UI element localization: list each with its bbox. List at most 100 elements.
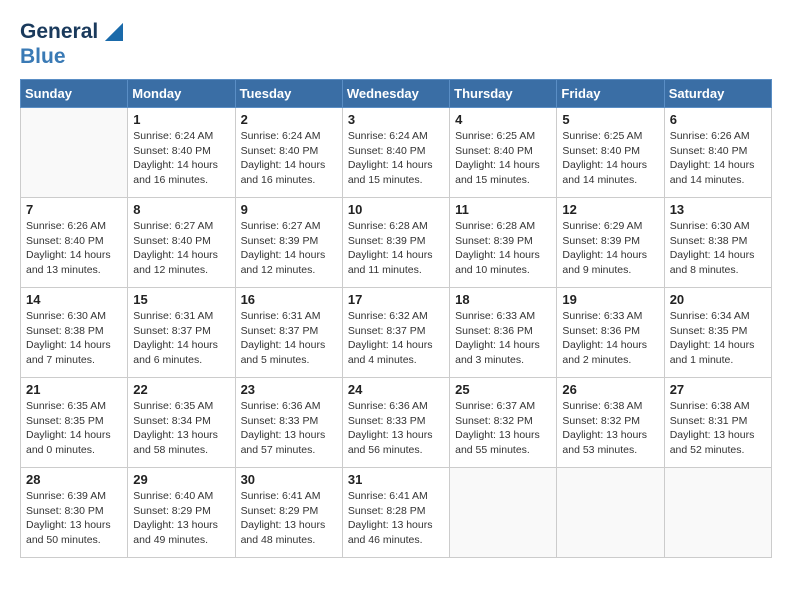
- calendar-cell: 4Sunrise: 6:25 AM Sunset: 8:40 PM Daylig…: [450, 107, 557, 197]
- day-info: Sunrise: 6:27 AM Sunset: 8:40 PM Dayligh…: [133, 219, 229, 278]
- day-number: 4: [455, 112, 551, 127]
- day-info: Sunrise: 6:26 AM Sunset: 8:40 PM Dayligh…: [26, 219, 122, 278]
- day-number: 13: [670, 202, 766, 217]
- day-info: Sunrise: 6:35 AM Sunset: 8:35 PM Dayligh…: [26, 399, 122, 458]
- weekday-header-row: SundayMondayTuesdayWednesdayThursdayFrid…: [21, 79, 772, 107]
- calendar-cell: 9 Sunrise: 6:27 AM Sunset: 8:39 PM Daylig…: [235, 197, 342, 287]
- calendar-cell: 11 Sunrise: 6:28 AM Sunset: 8:39 PM Dayli…: [450, 197, 557, 287]
- day-info: Sunrise: 6:30 AM Sunset: 8:38 PM Dayligh…: [670, 219, 766, 278]
- day-info: Sunrise: 6:24 AM Sunset: 8:40 PM Dayligh…: [133, 129, 229, 188]
- day-number: 15: [133, 292, 229, 307]
- day-info: Sunrise: 6:41 AM Sunset: 8:28 PM Dayligh…: [348, 489, 444, 548]
- day-number: 2: [241, 112, 337, 127]
- day-number: 9: [241, 202, 337, 217]
- day-info: Sunrise: 6:28 AM Sunset: 8:39 PM Dayligh…: [455, 219, 551, 278]
- calendar-cell: 13 Sunrise: 6:30 AM Sunset: 8:38 PM Dayli…: [664, 197, 771, 287]
- calendar-cell: 19Sunrise: 6:33 AM Sunset: 8:36 PM Dayli…: [557, 287, 664, 377]
- day-number: 3: [348, 112, 444, 127]
- day-number: 17: [348, 292, 444, 307]
- calendar-cell: [450, 467, 557, 557]
- day-number: 18: [455, 292, 551, 307]
- calendar-cell: 26Sunrise: 6:38 AM Sunset: 8:32 PM Dayli…: [557, 377, 664, 467]
- day-info: Sunrise: 6:37 AM Sunset: 8:32 PM Dayligh…: [455, 399, 551, 458]
- calendar-cell: 17 Sunrise: 6:32 AM Sunset: 8:37 PM Dayli…: [342, 287, 449, 377]
- day-number: 10: [348, 202, 444, 217]
- calendar-cell: 14 Sunrise: 6:30 AM Sunset: 8:38 PM Dayli…: [21, 287, 128, 377]
- day-info: Sunrise: 6:24 AM Sunset: 8:40 PM Dayligh…: [348, 129, 444, 188]
- calendar-cell: 23 Sunrise: 6:36 AM Sunset: 8:33 PM Dayli…: [235, 377, 342, 467]
- logo: General Blue: [20, 20, 123, 69]
- day-number: 16: [241, 292, 337, 307]
- day-info: Sunrise: 6:30 AM Sunset: 8:38 PM Dayligh…: [26, 309, 122, 368]
- day-info: Sunrise: 6:39 AM Sunset: 8:30 PM Dayligh…: [26, 489, 122, 548]
- day-number: 19: [562, 292, 658, 307]
- weekday-header-saturday: Saturday: [664, 79, 771, 107]
- calendar-cell: 6 Sunrise: 6:26 AM Sunset: 8:40 PM Daylig…: [664, 107, 771, 197]
- calendar-cell: 10 Sunrise: 6:28 AM Sunset: 8:39 PM Dayli…: [342, 197, 449, 287]
- weekday-header-wednesday: Wednesday: [342, 79, 449, 107]
- calendar-cell: 7 Sunrise: 6:26 AM Sunset: 8:40 PM Daylig…: [21, 197, 128, 287]
- day-info: Sunrise: 6:28 AM Sunset: 8:39 PM Dayligh…: [348, 219, 444, 278]
- weekday-header-sunday: Sunday: [21, 79, 128, 107]
- day-number: 24: [348, 382, 444, 397]
- day-number: 1: [133, 112, 229, 127]
- calendar-cell: 24 Sunrise: 6:36 AM Sunset: 8:33 PM Dayli…: [342, 377, 449, 467]
- day-info: Sunrise: 6:40 AM Sunset: 8:29 PM Dayligh…: [133, 489, 229, 548]
- day-number: 7: [26, 202, 122, 217]
- day-info: Sunrise: 6:32 AM Sunset: 8:37 PM Dayligh…: [348, 309, 444, 368]
- day-info: Sunrise: 6:27 AM Sunset: 8:39 PM Dayligh…: [241, 219, 337, 278]
- day-info: Sunrise: 6:36 AM Sunset: 8:33 PM Dayligh…: [348, 399, 444, 458]
- calendar-cell: 29 Sunrise: 6:40 AM Sunset: 8:29 PM Dayli…: [128, 467, 235, 557]
- weekday-header-friday: Friday: [557, 79, 664, 107]
- calendar-cell: 15 Sunrise: 6:31 AM Sunset: 8:37 PM Dayli…: [128, 287, 235, 377]
- day-info: Sunrise: 6:36 AM Sunset: 8:33 PM Dayligh…: [241, 399, 337, 458]
- day-info: Sunrise: 6:31 AM Sunset: 8:37 PM Dayligh…: [241, 309, 337, 368]
- weekday-header-monday: Monday: [128, 79, 235, 107]
- calendar-cell: 20Sunrise: 6:34 AM Sunset: 8:35 PM Dayli…: [664, 287, 771, 377]
- calendar-week-row: 14 Sunrise: 6:30 AM Sunset: 8:38 PM Dayli…: [21, 287, 772, 377]
- calendar-cell: 27 Sunrise: 6:38 AM Sunset: 8:31 PM Dayli…: [664, 377, 771, 467]
- day-number: 6: [670, 112, 766, 127]
- day-info: Sunrise: 6:25 AM Sunset: 8:40 PM Dayligh…: [562, 129, 658, 188]
- calendar-cell: 3 Sunrise: 6:24 AM Sunset: 8:40 PM Daylig…: [342, 107, 449, 197]
- calendar-week-row: 21 Sunrise: 6:35 AM Sunset: 8:35 PM Dayli…: [21, 377, 772, 467]
- day-number: 29: [133, 472, 229, 487]
- calendar-cell: [21, 107, 128, 197]
- day-number: 11: [455, 202, 551, 217]
- day-info: Sunrise: 6:33 AM Sunset: 8:36 PM Dayligh…: [455, 309, 551, 368]
- day-number: 30: [241, 472, 337, 487]
- calendar-week-row: 1 Sunrise: 6:24 AM Sunset: 8:40 PM Daylig…: [21, 107, 772, 197]
- day-number: 8: [133, 202, 229, 217]
- day-number: 5: [562, 112, 658, 127]
- calendar-cell: 12 Sunrise: 6:29 AM Sunset: 8:39 PM Dayli…: [557, 197, 664, 287]
- calendar-cell: 21 Sunrise: 6:35 AM Sunset: 8:35 PM Dayli…: [21, 377, 128, 467]
- calendar-cell: 5 Sunrise: 6:25 AM Sunset: 8:40 PM Daylig…: [557, 107, 664, 197]
- calendar-cell: 31 Sunrise: 6:41 AM Sunset: 8:28 PM Dayli…: [342, 467, 449, 557]
- calendar-cell: 1 Sunrise: 6:24 AM Sunset: 8:40 PM Daylig…: [128, 107, 235, 197]
- day-number: 12: [562, 202, 658, 217]
- weekday-header-tuesday: Tuesday: [235, 79, 342, 107]
- calendar-cell: 8 Sunrise: 6:27 AM Sunset: 8:40 PM Daylig…: [128, 197, 235, 287]
- day-info: Sunrise: 6:38 AM Sunset: 8:32 PM Dayligh…: [562, 399, 658, 458]
- day-info: Sunrise: 6:31 AM Sunset: 8:37 PM Dayligh…: [133, 309, 229, 368]
- day-info: Sunrise: 6:41 AM Sunset: 8:29 PM Dayligh…: [241, 489, 337, 548]
- day-number: 23: [241, 382, 337, 397]
- calendar-week-row: 28Sunrise: 6:39 AM Sunset: 8:30 PM Dayli…: [21, 467, 772, 557]
- day-info: Sunrise: 6:34 AM Sunset: 8:35 PM Dayligh…: [670, 309, 766, 368]
- day-number: 27: [670, 382, 766, 397]
- day-number: 14: [26, 292, 122, 307]
- day-info: Sunrise: 6:38 AM Sunset: 8:31 PM Dayligh…: [670, 399, 766, 458]
- day-number: 31: [348, 472, 444, 487]
- calendar-week-row: 7 Sunrise: 6:26 AM Sunset: 8:40 PM Daylig…: [21, 197, 772, 287]
- calendar-cell: 16 Sunrise: 6:31 AM Sunset: 8:37 PM Dayli…: [235, 287, 342, 377]
- day-number: 21: [26, 382, 122, 397]
- calendar-cell: 18 Sunrise: 6:33 AM Sunset: 8:36 PM Dayli…: [450, 287, 557, 377]
- calendar-cell: 30 Sunrise: 6:41 AM Sunset: 8:29 PM Dayli…: [235, 467, 342, 557]
- calendar-table: SundayMondayTuesdayWednesdayThursdayFrid…: [20, 79, 772, 558]
- day-info: Sunrise: 6:26 AM Sunset: 8:40 PM Dayligh…: [670, 129, 766, 188]
- page-header: General Blue: [20, 20, 772, 69]
- day-number: 22: [133, 382, 229, 397]
- day-info: Sunrise: 6:24 AM Sunset: 8:40 PM Dayligh…: [241, 129, 337, 188]
- day-info: Sunrise: 6:29 AM Sunset: 8:39 PM Dayligh…: [562, 219, 658, 278]
- calendar-cell: 22Sunrise: 6:35 AM Sunset: 8:34 PM Dayli…: [128, 377, 235, 467]
